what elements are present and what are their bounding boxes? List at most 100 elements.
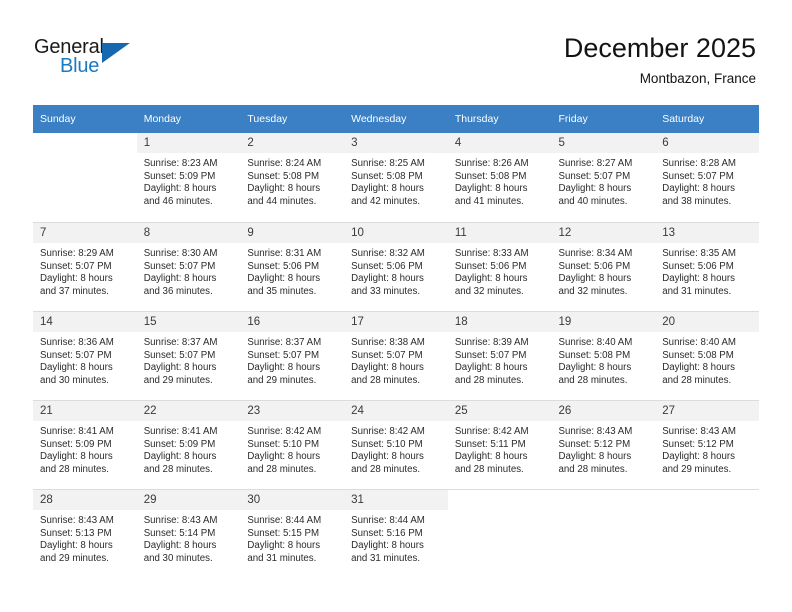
page-subtitle: Montbazon, France: [639, 71, 756, 86]
calendar-day[interactable]: 10 Sunrise: 8:32 AM Sunset: 5:06 PM Dayligh…: [344, 222, 448, 311]
general-blue-logo[interactable]: General Blue: [34, 36, 154, 82]
calendar-day[interactable]: 22 Sunrise: 8:41 AM Sunset: 5:09 PM Dayligh…: [136, 400, 241, 489]
daylight-text-line1: Daylight: 8 hours: [662, 362, 735, 374]
day-details: Sunrise: 8:35 AM Sunset: 5:06 PM Daylight:…: [655, 243, 759, 298]
daylight-text-line1: Daylight: 8 hours: [351, 183, 424, 195]
day-number: 7: [33, 223, 137, 243]
calendar-day[interactable]: 21 Sunrise: 8:41 AM Sunset: 5:09 PM Dayligh…: [33, 400, 137, 489]
day-number: 20: [655, 312, 759, 332]
day-details: Sunrise: 8:37 AM Sunset: 5:07 PM Daylight:…: [137, 332, 241, 387]
daylight-text-line1: Daylight: 8 hours: [143, 451, 217, 463]
day-details: Sunrise: 8:32 AM Sunset: 5:06 PM Daylight:…: [344, 243, 448, 298]
sunset-text: Sunset: 5:07 PM: [558, 170, 631, 182]
daylight-text-line2: and 35 minutes.: [247, 285, 317, 297]
sunset-text: Sunset: 5:10 PM: [351, 438, 423, 450]
daylight-text-line2: and 30 minutes.: [40, 374, 109, 386]
sunset-text: Sunset: 5:06 PM: [454, 260, 527, 272]
calendar-day[interactable]: 26 Sunrise: 8:43 AM Sunset: 5:12 PM Dayligh…: [551, 400, 656, 489]
daylight-text-line1: Daylight: 8 hours: [351, 273, 424, 285]
daylight-text-line1: Daylight: 8 hours: [662, 273, 735, 285]
calendar-day[interactable]: 17 Sunrise: 8:38 AM Sunset: 5:07 PM Dayligh…: [344, 311, 448, 400]
day-details: Sunrise: 8:43 AM Sunset: 5:12 PM Daylight:…: [655, 421, 759, 476]
day-details: Sunrise: 8:41 AM Sunset: 5:09 PM Daylight:…: [33, 421, 137, 476]
day-details: Sunrise: 8:33 AM Sunset: 5:06 PM Daylight:…: [448, 243, 552, 298]
calendar-day[interactable]: 24 Sunrise: 8:42 AM Sunset: 5:10 PM Dayligh…: [344, 400, 448, 489]
calendar-day[interactable]: 18 Sunrise: 8:39 AM Sunset: 5:07 PM Dayligh…: [447, 311, 552, 400]
daylight-text-line2: and 29 minutes.: [662, 463, 732, 475]
daylight-text-line2: and 30 minutes.: [143, 552, 213, 564]
daylight-text-line1: Daylight: 8 hours: [40, 540, 113, 552]
calendar-day-empty: [33, 133, 137, 222]
calendar-cell: 11 Sunrise: 8:33 AM Sunset: 5:06 PM Dayligh…: [447, 222, 552, 311]
sunset-text: Sunset: 5:06 PM: [351, 260, 423, 272]
calendar-day[interactable]: 14 Sunrise: 8:36 AM Sunset: 5:07 PM Dayligh…: [33, 311, 137, 400]
sunrise-text: Sunrise: 8:34 AM: [558, 248, 633, 259]
day-details: Sunrise: 8:34 AM Sunset: 5:06 PM Daylight:…: [552, 243, 656, 298]
day-number: [551, 490, 656, 510]
calendar-day[interactable]: 4 Sunrise: 8:26 AM Sunset: 5:08 PM Daylight…: [447, 133, 552, 222]
calendar-day[interactable]: 2 Sunrise: 8:24 AM Sunset: 5:08 PM Daylight…: [240, 133, 345, 222]
sunrise-text: Sunrise: 8:37 AM: [247, 337, 322, 348]
daylight-text-line1: Daylight: 8 hours: [143, 540, 217, 552]
daylight-text-line2: and 42 minutes.: [351, 195, 421, 207]
day-details: Sunrise: 8:25 AM Sunset: 5:08 PM Daylight:…: [344, 153, 448, 208]
day-number: 15: [136, 312, 241, 332]
title-block: December 2025 Montbazon, France: [564, 32, 756, 88]
calendar-day[interactable]: 30 Sunrise: 8:44 AM Sunset: 5:15 PM Dayligh…: [240, 489, 345, 578]
sunset-text: Sunset: 5:16 PM: [351, 527, 423, 539]
calendar-day[interactable]: 5 Sunrise: 8:27 AM Sunset: 5:07 PM Daylight…: [551, 133, 656, 222]
calendar-day[interactable]: 23 Sunrise: 8:42 AM Sunset: 5:10 PM Dayligh…: [240, 400, 345, 489]
calendar-day[interactable]: 12 Sunrise: 8:34 AM Sunset: 5:06 PM Dayligh…: [551, 222, 656, 311]
calendar-day[interactable]: 28 Sunrise: 8:43 AM Sunset: 5:13 PM Dayligh…: [33, 489, 137, 578]
day-number: 19: [551, 312, 656, 332]
calendar-cell: 16 Sunrise: 8:37 AM Sunset: 5:07 PM Dayligh…: [240, 311, 345, 400]
calendar-cell: [33, 133, 137, 222]
daylight-text-line1: Daylight: 8 hours: [247, 273, 321, 285]
calendar-cell: 19 Sunrise: 8:40 AM Sunset: 5:08 PM Dayligh…: [551, 311, 656, 400]
sunset-text: Sunset: 5:13 PM: [40, 527, 112, 539]
calendar-day[interactable]: 15 Sunrise: 8:37 AM Sunset: 5:07 PM Dayligh…: [136, 311, 241, 400]
calendar-day[interactable]: 3 Sunrise: 8:25 AM Sunset: 5:08 PM Daylight…: [344, 133, 448, 222]
calendar-day[interactable]: 9 Sunrise: 8:31 AM Sunset: 5:06 PM Daylight…: [240, 222, 345, 311]
daylight-text-line1: Daylight: 8 hours: [143, 362, 217, 374]
calendar-cell: 25 Sunrise: 8:42 AM Sunset: 5:11 PM Dayligh…: [447, 400, 552, 489]
day-number: 12: [551, 223, 656, 243]
sunset-text: Sunset: 5:07 PM: [40, 260, 112, 272]
calendar-day[interactable]: 11 Sunrise: 8:33 AM Sunset: 5:06 PM Dayligh…: [447, 222, 552, 311]
page-header: General Blue December 2025 Montbazon, Fr…: [0, 0, 792, 100]
calendar-day-empty: [551, 489, 656, 578]
day-number: 10: [344, 223, 448, 243]
calendar-day[interactable]: 29 Sunrise: 8:43 AM Sunset: 5:14 PM Dayligh…: [136, 489, 241, 578]
calendar-day[interactable]: 8 Sunrise: 8:30 AM Sunset: 5:07 PM Daylight…: [136, 222, 241, 311]
calendar-day[interactable]: 13 Sunrise: 8:35 AM Sunset: 5:06 PM Dayligh…: [655, 222, 759, 311]
calendar-header-row: Sunday Monday Tuesday Wednesday Thursday…: [33, 105, 759, 133]
calendar-day[interactable]: 20 Sunrise: 8:40 AM Sunset: 5:08 PM Dayligh…: [655, 311, 759, 400]
daylight-text-line1: Daylight: 8 hours: [247, 540, 321, 552]
day-number: [33, 133, 137, 153]
calendar-day[interactable]: 7 Sunrise: 8:29 AM Sunset: 5:07 PM Daylight…: [33, 222, 137, 311]
daylight-text-line2: and 28 minutes.: [454, 374, 524, 386]
daylight-text-line1: Daylight: 8 hours: [351, 451, 424, 463]
day-number: 28: [33, 490, 137, 510]
day-details: Sunrise: 8:26 AM Sunset: 5:08 PM Daylight:…: [448, 153, 552, 208]
calendar-day[interactable]: 6 Sunrise: 8:28 AM Sunset: 5:07 PM Daylight…: [655, 133, 759, 222]
calendar-day[interactable]: 19 Sunrise: 8:40 AM Sunset: 5:08 PM Dayligh…: [551, 311, 656, 400]
daylight-text-line2: and 28 minutes.: [247, 463, 317, 475]
calendar-day[interactable]: 25 Sunrise: 8:42 AM Sunset: 5:11 PM Dayligh…: [447, 400, 552, 489]
calendar-day[interactable]: 1 Sunrise: 8:23 AM Sunset: 5:09 PM Daylight…: [136, 133, 241, 222]
day-number: 11: [447, 223, 552, 243]
calendar-week-row: 14 Sunrise: 8:36 AM Sunset: 5:07 PM Dayligh…: [33, 311, 759, 400]
sunrise-text: Sunrise: 8:44 AM: [247, 515, 322, 526]
calendar-day[interactable]: 16 Sunrise: 8:37 AM Sunset: 5:07 PM Dayligh…: [240, 311, 345, 400]
calendar-day[interactable]: 27 Sunrise: 8:43 AM Sunset: 5:12 PM Dayligh…: [655, 400, 759, 489]
day-details: Sunrise: 8:30 AM Sunset: 5:07 PM Daylight:…: [137, 243, 241, 298]
day-number: 9: [240, 223, 345, 243]
calendar-day[interactable]: 31 Sunrise: 8:44 AM Sunset: 5:16 PM Dayligh…: [344, 489, 448, 578]
day-details: Sunrise: 8:24 AM Sunset: 5:08 PM Daylight:…: [240, 153, 344, 208]
daylight-text-line1: Daylight: 8 hours: [351, 362, 424, 374]
daylight-text-line1: Daylight: 8 hours: [247, 183, 321, 195]
day-details: Sunrise: 8:38 AM Sunset: 5:07 PM Daylight:…: [344, 332, 448, 387]
sunrise-text: Sunrise: 8:33 AM: [454, 248, 529, 259]
daylight-text-line1: Daylight: 8 hours: [247, 451, 321, 463]
weekday-header-wednesday: Wednesday: [344, 105, 448, 133]
